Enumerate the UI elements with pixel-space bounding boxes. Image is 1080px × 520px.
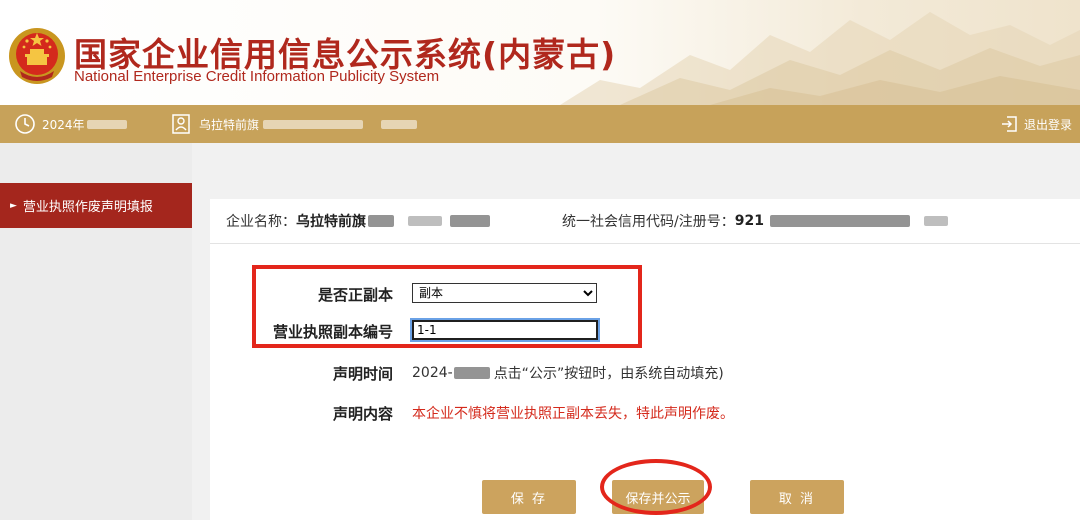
blurred-date [86, 119, 127, 129]
blurred-company-2 [408, 216, 442, 226]
blurred-time [453, 367, 490, 379]
declaration-time-value: 2024- 点击“公示”按钮时，由系统自动填充) [412, 363, 724, 383]
user-icon [172, 114, 190, 134]
save-button[interactable]: 保 存 [482, 480, 576, 514]
blurred-company-3 [450, 215, 490, 227]
credit-code-value: 921 [734, 213, 764, 229]
save-and-publish-button[interactable]: 保存并公示 [612, 480, 704, 514]
declaration-content-label: 声明内容 [332, 405, 393, 423]
user-text: 乌拉特前旗 [199, 117, 260, 132]
logout-button[interactable]: 退出登录 [1000, 105, 1072, 143]
user-display: 乌拉特前旗 [172, 105, 418, 143]
declaration-time-prefix: 2024- [412, 365, 453, 381]
license-number-input[interactable] [410, 318, 600, 342]
logout-icon [1002, 116, 1017, 132]
main-panel: 企业名称： 乌拉特前旗 统一社会信用代码/注册号： 921 [210, 199, 1080, 520]
declaration-content-value: 本企业不慎将营业执照正副本丢失，特此声明作废。 [412, 406, 734, 422]
blurred-user-extra [381, 119, 418, 129]
national-emblem-icon [9, 28, 65, 84]
company-name: 企业名称： 乌拉特前旗 [226, 199, 490, 243]
license-number-label: 营业执照副本编号 [272, 323, 393, 341]
logout-label: 退出登录 [1024, 117, 1073, 132]
declaration-time-label: 声明时间 [332, 365, 393, 383]
date-display: 2024年 [14, 105, 127, 143]
blurred-user [263, 119, 364, 129]
blurred-company-1 [368, 215, 394, 227]
copy-type-label: 是否正副本 [317, 286, 393, 304]
mountain-background [560, 12, 1080, 105]
top-bar: 2024年 乌拉特前旗 退出登录 [0, 105, 1080, 143]
sidebar: ► 营业执照作废声明填报 [0, 143, 192, 520]
copy-type-select[interactable]: 副本 [412, 283, 597, 303]
company-name-value: 乌拉特前旗 [296, 214, 366, 230]
site-subtitle: National Enterprise Credit Information P… [74, 68, 440, 85]
credit-code-label: 统一社会信用代码/注册号： [562, 214, 735, 230]
sidebar-item-license-void-declaration[interactable]: ► 营业执照作废声明填报 [0, 183, 192, 228]
credit-code: 统一社会信用代码/注册号： 921 [562, 199, 948, 243]
date-text: 2024年 [42, 117, 85, 132]
blurred-credit-code-2 [923, 216, 948, 226]
declaration-time-note: 点击“公示”按钮时，由系统自动填充) [493, 366, 724, 382]
clock-icon [15, 114, 35, 134]
company-name-label: 企业名称： [226, 214, 296, 230]
cancel-button[interactable]: 取 消 [750, 480, 844, 514]
blurred-credit-code [769, 215, 910, 227]
company-info-row: 企业名称： 乌拉特前旗 统一社会信用代码/注册号： 921 [210, 199, 1080, 244]
site-header: 国家企业信用信息公示系统(内蒙古) National Enterprise Cr… [0, 0, 1080, 105]
sidebar-item-label: 营业执照作废声明填报 [22, 200, 153, 215]
arrow-right-icon: ► [10, 200, 17, 211]
